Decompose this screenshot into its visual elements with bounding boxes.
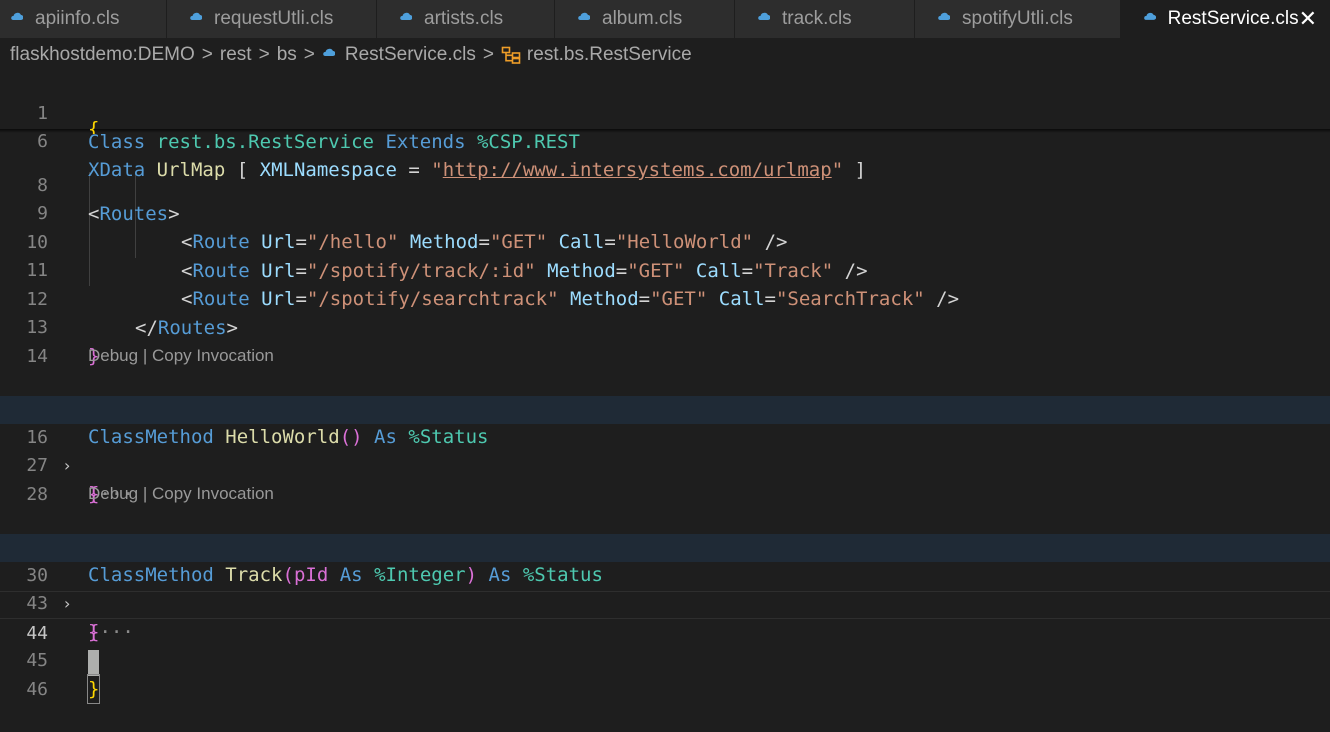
breadcrumb-folder-rest[interactable]: rest	[220, 44, 252, 66]
tab-album[interactable]: album.cls	[555, 0, 735, 38]
breadcrumb: flaskhostdemo:DEMO > rest > bs > RestSer…	[0, 38, 1330, 72]
code-line: 8 <Routes>	[0, 144, 1330, 225]
codelens: Debug | Copy Invocation	[88, 345, 274, 367]
breadcrumb-file[interactable]: RestService.cls	[345, 44, 476, 66]
cloud-file-icon	[190, 12, 202, 20]
tab-apiinfo[interactable]: apiinfo.cls	[0, 0, 167, 38]
copy-invocation-codelens[interactable]: Copy Invocation	[152, 346, 274, 365]
code-line: 29 ClassMethod Track(pId As %Integer) As…	[0, 505, 1330, 586]
code-line: 43 }	[0, 562, 1330, 643]
code-line: 14	[0, 315, 1330, 367]
chevron-right-icon: >	[303, 44, 315, 65]
copy-invocation-codelens[interactable]: Copy Invocation	[152, 484, 274, 503]
codelens: Debug | Copy Invocation	[88, 483, 274, 505]
chevron-right-icon: >	[482, 44, 494, 65]
line-number: 46	[26, 679, 48, 700]
debug-codelens[interactable]: Debug	[88, 484, 138, 503]
cloud-file-icon	[758, 12, 770, 20]
code-editor[interactable]: 1 Class rest.bs.RestService Extends %CSP…	[0, 72, 1330, 704]
code-line: 9 <Route Url="/hello" Method="GET" Call=…	[0, 172, 1330, 253]
code-line: 11 <Route Url="/spotify/searchtrack" Met…	[0, 229, 1330, 310]
matched-brace: }	[86, 674, 101, 704]
code-line: 12 </Routes>	[0, 258, 1330, 339]
tab-track[interactable]: track.cls	[735, 0, 915, 38]
current-code-line[interactable]: 44	[0, 591, 1330, 676]
codelens-separator: |	[138, 484, 152, 503]
cloud-file-icon	[400, 12, 412, 20]
tab-label: track.cls	[782, 8, 852, 29]
breadcrumb-folder-bs[interactable]: bs	[277, 44, 297, 66]
editor-tab-bar: apiinfo.cls requestUtli.cls artists.cls …	[0, 0, 1330, 38]
tab-label: RestService.cls	[1167, 8, 1299, 29]
code-line: 10 <Route Url="/spotify/track/:id" Metho…	[0, 201, 1330, 282]
tab-label: album.cls	[602, 8, 683, 29]
debug-codelens[interactable]: Debug	[88, 346, 138, 365]
folded-code-line[interactable]: 30 › {···	[0, 534, 1330, 643]
tab-label: apiinfo.cls	[35, 8, 120, 29]
tab-label: artists.cls	[424, 8, 504, 29]
code-line: 27 }	[0, 424, 1330, 505]
code-line: 46	[0, 648, 1330, 700]
chevron-right-icon: >	[201, 44, 213, 65]
code-line: 15 ClassMethod HelloWorld() As %Status	[0, 367, 1330, 448]
cloud-file-icon	[323, 48, 335, 56]
tab-label: spotifyUtli.cls	[962, 8, 1073, 29]
breadcrumb-symbol[interactable]: rest.bs.RestService	[527, 44, 692, 66]
folded-code-line[interactable]: 16 › {···	[0, 396, 1330, 505]
code-line: 28	[0, 453, 1330, 505]
code-line: {	[0, 120, 1330, 134]
cloud-file-icon	[938, 12, 950, 20]
code-line: 45 }	[0, 619, 1330, 704]
tab-spotifyutli[interactable]: spotifyUtli.cls	[915, 0, 1121, 38]
tab-restservice[interactable]: RestService.cls ✕	[1121, 0, 1330, 38]
tab-label: requestUtli.cls	[214, 8, 334, 29]
code-line: 13 }	[0, 286, 1330, 367]
close-icon[interactable]: ✕	[1299, 7, 1317, 32]
cloud-file-icon	[1144, 12, 1156, 20]
breadcrumb-workspace[interactable]: flaskhostdemo:DEMO	[10, 44, 195, 66]
class-symbol-icon	[501, 46, 521, 64]
tab-requestutli[interactable]: requestUtli.cls	[167, 0, 377, 38]
code-line: 1 Class rest.bs.RestService Extends %CSP…	[0, 72, 1330, 153]
chevron-right-icon: >	[258, 44, 270, 65]
cloud-file-icon	[578, 12, 590, 20]
brace: {	[88, 120, 100, 134]
tab-artists[interactable]: artists.cls	[377, 0, 555, 38]
codelens-separator: |	[138, 346, 152, 365]
cloud-file-icon	[11, 12, 23, 20]
